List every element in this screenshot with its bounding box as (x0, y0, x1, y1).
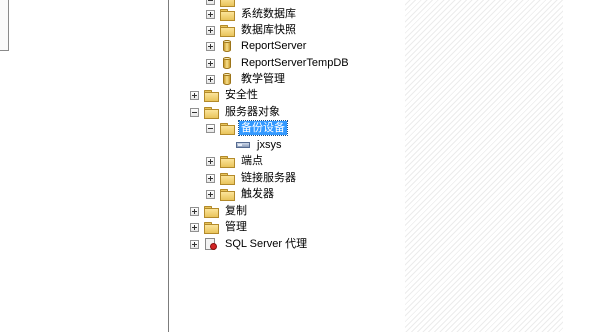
expand-icon[interactable] (206, 173, 215, 183)
tree-node-management[interactable]: 管理 (190, 219, 249, 235)
tree-node-server-objects[interactable]: 服务器对象 (190, 104, 282, 120)
tree-node-label: 链接服务器 (241, 172, 296, 184)
tree-node-reportserver[interactable]: ReportServer (206, 38, 308, 54)
tree-node-reportservertempdb[interactable]: ReportServerTempDB (206, 55, 351, 71)
folder-icon (219, 171, 235, 185)
tree-node-label: 触发器 (241, 188, 274, 200)
tree-node-endpoints[interactable]: 端点 (206, 153, 265, 169)
folder-icon (203, 220, 219, 234)
expand-icon[interactable] (206, 189, 215, 199)
expand-icon[interactable] (190, 206, 199, 216)
tree-node-triggers[interactable]: 触发器 (206, 186, 276, 202)
collapse-icon[interactable] (206, 123, 215, 133)
tree-node-sql-server-agent[interactable]: SQL Server 代理 (190, 236, 309, 252)
expand-icon[interactable] (190, 239, 199, 249)
tree-node-label: 教学管理 (241, 73, 285, 85)
tree-node-linked-servers[interactable]: 链接服务器 (206, 170, 298, 186)
tree-node-jxsys[interactable]: jxsys (222, 137, 283, 153)
expand-icon[interactable] (206, 41, 215, 51)
tree-node-label: 管理 (225, 221, 247, 233)
tree-node-replication[interactable]: 复制 (190, 203, 249, 219)
tree-node-teaching-management[interactable]: 教学管理 (206, 71, 287, 87)
folder-icon (219, 187, 235, 201)
object-explorer-pane[interactable]: 系统数据库 数据库快照 ReportServer ReportServerTem… (168, 0, 406, 332)
tree-node-system-databases[interactable]: 系统数据库 (206, 6, 298, 22)
tree-node-label: 复制 (225, 205, 247, 217)
tree-node-label: 服务器对象 (225, 106, 280, 118)
tree-node-label: jxsys (257, 139, 282, 151)
expand-icon[interactable] (206, 156, 215, 166)
database-icon (219, 72, 235, 86)
expand-icon[interactable] (190, 222, 199, 232)
background-hatched-area (405, 0, 563, 332)
folder-icon (219, 154, 235, 168)
folder-icon (203, 204, 219, 218)
backup-device-icon (235, 138, 251, 152)
tree-node-label: 安全性 (225, 89, 258, 101)
folder-icon (203, 88, 219, 102)
database-icon (219, 56, 235, 70)
expand-icon[interactable] (206, 58, 215, 68)
folder-icon (219, 121, 235, 135)
collapse-icon[interactable] (206, 0, 215, 5)
expand-icon[interactable] (206, 9, 215, 19)
tree-node-label-selected: 备份设备 (238, 120, 288, 136)
folder-icon (203, 105, 219, 119)
sql-agent-icon (203, 237, 219, 251)
tree-node-label: 端点 (241, 155, 263, 167)
tree-node-label: 系统数据库 (241, 8, 296, 20)
tree-node-backup-devices[interactable]: 备份设备 (206, 120, 288, 136)
left-panel-edge (0, 0, 9, 51)
expand-icon[interactable] (206, 74, 215, 84)
collapse-icon[interactable] (190, 107, 199, 117)
tree-node-security[interactable]: 安全性 (190, 87, 260, 103)
folder-icon (219, 7, 235, 21)
tree-node-label: ReportServer (241, 40, 307, 52)
tree-node-label: ReportServerTempDB (241, 57, 349, 69)
tree-node-label: SQL Server 代理 (225, 238, 308, 250)
tree-node-database-snapshots[interactable]: 数据库快照 (206, 22, 298, 38)
expand-icon[interactable] (190, 90, 199, 100)
expand-icon[interactable] (206, 25, 215, 35)
tree-node-label: 数据库快照 (241, 24, 296, 36)
database-icon (219, 39, 235, 53)
folder-icon (219, 23, 235, 37)
